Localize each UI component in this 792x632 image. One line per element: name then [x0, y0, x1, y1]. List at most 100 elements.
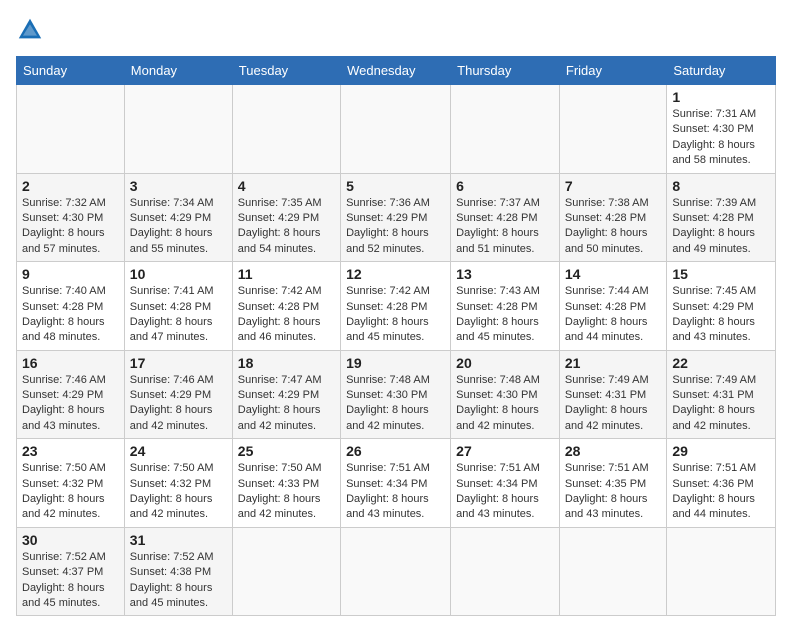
day-info: Sunrise: 7:35 AMSunset: 4:29 PMDaylight:…: [238, 196, 335, 258]
calendar-cell: 15 Sunrise: 7:45 AMSunset: 4:29 PMDayligh…: [667, 262, 776, 351]
day-info: Sunrise: 7:32 AMSunset: 4:30 PMDaylight:…: [22, 196, 119, 258]
calendar-cell: [451, 85, 560, 174]
day-number: 7: [565, 178, 662, 194]
column-header-wednesday: Wednesday: [341, 57, 451, 85]
calendar-cell: 2 Sunrise: 7:32 AMSunset: 4:30 PMDaylight…: [17, 173, 125, 262]
day-number: 23: [22, 443, 119, 459]
calendar-cell: 31 Sunrise: 7:52 AMSunset: 4:38 PMDayligh…: [124, 527, 232, 616]
calendar-cell: 27Sunrise: 7:51 AMSunset: 4:34 PMDayligh…: [451, 439, 560, 528]
day-number: 12: [346, 266, 445, 282]
calendar-cell: 11 Sunrise: 7:42 AMSunset: 4:28 PMDayligh…: [232, 262, 340, 351]
calendar-cell: 18 Sunrise: 7:47 AMSunset: 4:29 PMDayligh…: [232, 350, 340, 439]
calendar-cell: 16Sunrise: 7:46 AMSunset: 4:29 PMDayligh…: [17, 350, 125, 439]
day-number: 8: [672, 178, 770, 194]
calendar-cell: 4 Sunrise: 7:35 AMSunset: 4:29 PMDaylight…: [232, 173, 340, 262]
calendar-cell: [559, 527, 667, 616]
day-number: 16: [22, 355, 119, 371]
day-number: 31: [130, 532, 227, 548]
column-header-tuesday: Tuesday: [232, 57, 340, 85]
day-number: 13: [456, 266, 554, 282]
day-info: Sunrise: 7:47 AMSunset: 4:29 PMDaylight:…: [238, 373, 335, 435]
calendar-cell: 29 Sunrise: 7:51 AMSunset: 4:36 PMDayligh…: [667, 439, 776, 528]
day-number: 28: [565, 443, 662, 459]
day-info: Sunrise: 7:51 AMSunset: 4:34 PMDaylight:…: [346, 461, 445, 523]
calendar-cell: 25 Sunrise: 7:50 AMSunset: 4:33 PMDayligh…: [232, 439, 340, 528]
day-number: 21: [565, 355, 662, 371]
calendar-cell: 21 Sunrise: 7:49 AMSunset: 4:31 PMDayligh…: [559, 350, 667, 439]
calendar-cell: 23 Sunrise: 7:50 AMSunset: 4:32 PMDayligh…: [17, 439, 125, 528]
day-number: 26: [346, 443, 445, 459]
day-info: Sunrise: 7:48 AMSunset: 4:30 PMDaylight:…: [346, 373, 445, 435]
calendar-week-0: 1Sunrise: 7:31 AMSunset: 4:30 PMDaylight…: [17, 85, 776, 174]
day-info: Sunrise: 7:37 AMSunset: 4:28 PMDaylight:…: [456, 196, 554, 258]
calendar-cell: 3 Sunrise: 7:34 AMSunset: 4:29 PMDaylight…: [124, 173, 232, 262]
day-number: 4: [238, 178, 335, 194]
day-number: 30: [22, 532, 119, 548]
calendar-week-3: 16Sunrise: 7:46 AMSunset: 4:29 PMDayligh…: [17, 350, 776, 439]
day-info: Sunrise: 7:42 AMSunset: 4:28 PMDaylight:…: [346, 284, 445, 346]
day-info: Sunrise: 7:50 AMSunset: 4:33 PMDaylight:…: [238, 461, 335, 523]
day-info: Sunrise: 7:39 AMSunset: 4:28 PMDaylight:…: [672, 196, 770, 258]
day-info: Sunrise: 7:51 AMSunset: 4:36 PMDaylight:…: [672, 461, 770, 523]
day-info: Sunrise: 7:51 AMSunset: 4:35 PMDaylight:…: [565, 461, 662, 523]
day-info: Sunrise: 7:38 AMSunset: 4:28 PMDaylight:…: [565, 196, 662, 258]
day-number: 1: [672, 89, 770, 105]
day-number: 10: [130, 266, 227, 282]
calendar-cell: 13 Sunrise: 7:43 AMSunset: 4:28 PMDayligh…: [451, 262, 560, 351]
calendar-cell: 1Sunrise: 7:31 AMSunset: 4:30 PMDaylight…: [667, 85, 776, 174]
day-number: 20: [456, 355, 554, 371]
calendar-cell: [124, 85, 232, 174]
day-info: Sunrise: 7:52 AMSunset: 4:38 PMDaylight:…: [130, 550, 227, 612]
column-header-sunday: Sunday: [17, 57, 125, 85]
calendar-cell: [232, 527, 340, 616]
page-header: [16, 16, 776, 44]
day-number: 29: [672, 443, 770, 459]
day-number: 6: [456, 178, 554, 194]
calendar-week-4: 23 Sunrise: 7:50 AMSunset: 4:32 PMDayligh…: [17, 439, 776, 528]
logo: [16, 16, 48, 44]
day-info: Sunrise: 7:42 AMSunset: 4:28 PMDaylight:…: [238, 284, 335, 346]
day-info: Sunrise: 7:49 AMSunset: 4:31 PMDaylight:…: [565, 373, 662, 435]
calendar-cell: 19Sunrise: 7:48 AMSunset: 4:30 PMDayligh…: [341, 350, 451, 439]
calendar-cell: [232, 85, 340, 174]
day-number: 2: [22, 178, 119, 194]
calendar-cell: 28 Sunrise: 7:51 AMSunset: 4:35 PMDayligh…: [559, 439, 667, 528]
day-number: 11: [238, 266, 335, 282]
calendar-cell: 12 Sunrise: 7:42 AMSunset: 4:28 PMDayligh…: [341, 262, 451, 351]
calendar-header-row: SundayMondayTuesdayWednesdayThursdayFrid…: [17, 57, 776, 85]
calendar-week-2: 9 Sunrise: 7:40 AMSunset: 4:28 PMDaylight…: [17, 262, 776, 351]
day-info: Sunrise: 7:45 AMSunset: 4:29 PMDaylight:…: [672, 284, 770, 346]
day-number: 3: [130, 178, 227, 194]
column-header-friday: Friday: [559, 57, 667, 85]
day-info: Sunrise: 7:40 AMSunset: 4:28 PMDaylight:…: [22, 284, 119, 346]
calendar-cell: 24 Sunrise: 7:50 AMSunset: 4:32 PMDayligh…: [124, 439, 232, 528]
calendar-cell: 5Sunrise: 7:36 AMSunset: 4:29 PMDaylight…: [341, 173, 451, 262]
day-number: 17: [130, 355, 227, 371]
day-info: Sunrise: 7:48 AMSunset: 4:30 PMDaylight:…: [456, 373, 554, 435]
calendar-cell: 9 Sunrise: 7:40 AMSunset: 4:28 PMDaylight…: [17, 262, 125, 351]
calendar-cell: 6 Sunrise: 7:37 AMSunset: 4:28 PMDaylight…: [451, 173, 560, 262]
day-info: Sunrise: 7:52 AMSunset: 4:37 PMDaylight:…: [22, 550, 119, 612]
day-info: Sunrise: 7:50 AMSunset: 4:32 PMDaylight:…: [130, 461, 227, 523]
day-number: 9: [22, 266, 119, 282]
calendar-cell: [341, 85, 451, 174]
calendar-week-1: 2 Sunrise: 7:32 AMSunset: 4:30 PMDaylight…: [17, 173, 776, 262]
day-number: 27: [456, 443, 554, 459]
day-number: 24: [130, 443, 227, 459]
column-header-saturday: Saturday: [667, 57, 776, 85]
calendar-cell: [341, 527, 451, 616]
day-number: 15: [672, 266, 770, 282]
calendar-cell: 8 Sunrise: 7:39 AMSunset: 4:28 PMDaylight…: [667, 173, 776, 262]
day-number: 25: [238, 443, 335, 459]
day-info: Sunrise: 7:41 AMSunset: 4:28 PMDaylight:…: [130, 284, 227, 346]
day-number: 14: [565, 266, 662, 282]
day-info: Sunrise: 7:50 AMSunset: 4:32 PMDaylight:…: [22, 461, 119, 523]
day-info: Sunrise: 7:34 AMSunset: 4:29 PMDaylight:…: [130, 196, 227, 258]
calendar-cell: [451, 527, 560, 616]
day-info: Sunrise: 7:43 AMSunset: 4:28 PMDaylight:…: [456, 284, 554, 346]
calendar-cell: 10 Sunrise: 7:41 AMSunset: 4:28 PMDayligh…: [124, 262, 232, 351]
calendar-cell: 7 Sunrise: 7:38 AMSunset: 4:28 PMDaylight…: [559, 173, 667, 262]
column-header-monday: Monday: [124, 57, 232, 85]
day-number: 18: [238, 355, 335, 371]
calendar-cell: 26 Sunrise: 7:51 AMSunset: 4:34 PMDayligh…: [341, 439, 451, 528]
